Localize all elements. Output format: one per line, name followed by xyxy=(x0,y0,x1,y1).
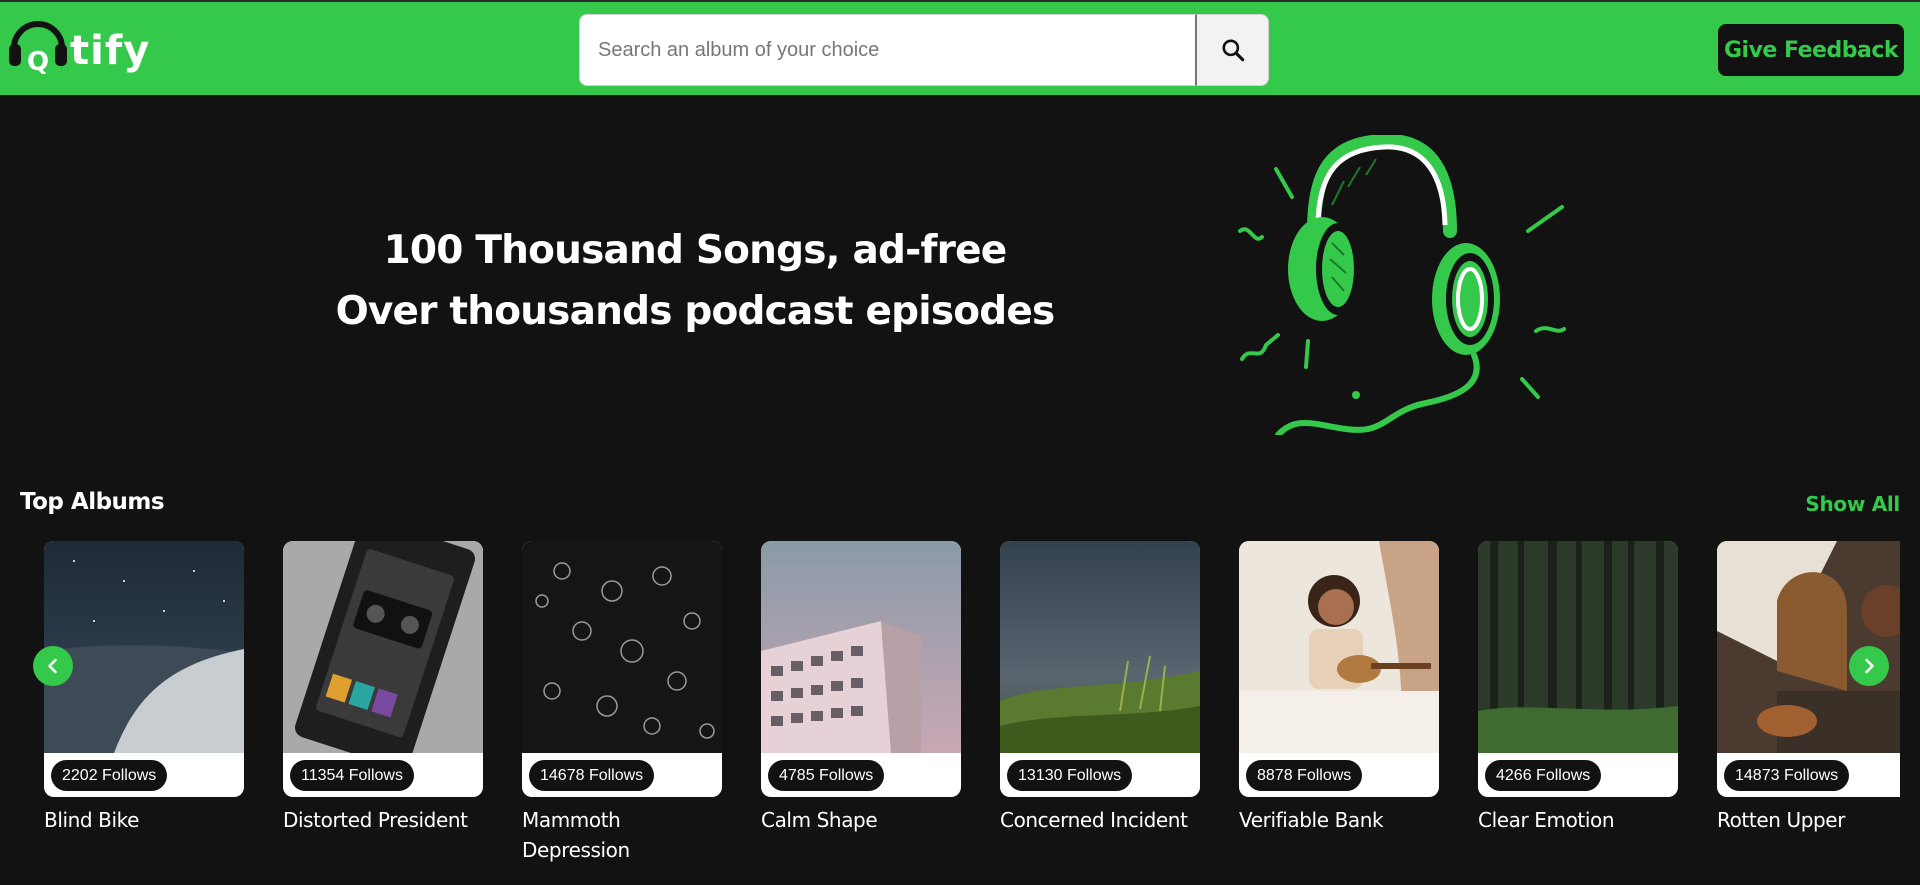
album-card-cover[interactable]: 4785 Follows xyxy=(761,541,961,797)
album-card: 4785 Follows Calm Shape xyxy=(761,541,961,835)
search-input[interactable] xyxy=(579,14,1197,86)
album-cover-image xyxy=(522,541,722,753)
show-all-link[interactable]: Show All xyxy=(1805,492,1900,516)
give-feedback-button[interactable]: Give Feedback xyxy=(1718,24,1904,76)
album-follows-badge: 11354 Follows xyxy=(290,760,414,791)
album-follows-badge: 14678 Follows xyxy=(529,760,655,791)
album-card: 14873 Follows Rotten Upper xyxy=(1717,541,1900,835)
navbar: Q tify Give Feedback xyxy=(0,0,1920,95)
carousel-next-button[interactable] xyxy=(1849,646,1889,686)
album-cover-image xyxy=(1000,541,1200,753)
album-cover-image xyxy=(1478,541,1678,753)
album-cover-image xyxy=(1239,541,1439,753)
album-card: 8878 Follows Verifiable Bank xyxy=(1239,541,1439,835)
album-follows-badge: 8878 Follows xyxy=(1246,760,1363,791)
album-follows-badge: 2202 Follows xyxy=(51,760,168,791)
headphones-logo-icon: Q xyxy=(9,21,67,74)
album-card: 2202 Follows Blind Bike xyxy=(44,541,244,835)
album-title[interactable]: Calm Shape xyxy=(761,805,961,835)
album-title[interactable]: Clear Emotion xyxy=(1478,805,1678,835)
album-title[interactable]: Verifiable Bank xyxy=(1239,805,1439,835)
album-card: 13130 Follows Concerned Incident xyxy=(1000,541,1200,835)
chevron-left-icon xyxy=(48,658,57,674)
album-cover-image xyxy=(44,541,244,753)
search-icon xyxy=(1221,39,1244,62)
album-title[interactable]: Blind Bike xyxy=(44,805,244,835)
album-follows-badge: 4266 Follows xyxy=(1485,760,1602,791)
album-title[interactable]: Mammoth Depression xyxy=(522,805,722,865)
hero-section: 100 Thousand Songs, ad-free Over thousan… xyxy=(0,95,1920,455)
album-card: 14678 Follows Mammoth Depression xyxy=(522,541,722,865)
album-card: 11354 Follows Distorted President xyxy=(283,541,483,835)
search-button[interactable] xyxy=(1197,14,1269,86)
top-albums-carousel: 2202 Follows Blind Bike 11354 Follows Di… xyxy=(44,541,1900,881)
album-card-cover[interactable]: 11354 Follows xyxy=(283,541,483,797)
hero-headline: 100 Thousand Songs, ad-free Over thousan… xyxy=(280,220,1110,342)
album-follows-badge: 13130 Follows xyxy=(1007,760,1133,791)
album-cover-image xyxy=(283,541,483,769)
svg-text:Q: Q xyxy=(27,47,49,74)
carousel-prev-button[interactable] xyxy=(33,646,73,686)
album-card: 4266 Follows Clear Emotion xyxy=(1478,541,1678,835)
album-title[interactable]: Distorted President xyxy=(283,805,483,835)
headphones-illustration-icon xyxy=(1238,135,1566,435)
album-follows-badge: 14873 Follows xyxy=(1724,760,1850,791)
album-follows-badge: 4785 Follows xyxy=(768,760,885,791)
logo-text: tify xyxy=(70,28,151,74)
album-cover-image xyxy=(761,541,961,753)
chevron-right-icon xyxy=(1865,658,1874,674)
top-albums-title: Top Albums xyxy=(20,489,165,515)
album-card-cover[interactable]: 14678 Follows xyxy=(522,541,722,797)
album-card-cover[interactable]: 4266 Follows xyxy=(1478,541,1678,797)
album-title[interactable]: Rotten Upper xyxy=(1717,805,1900,835)
hero-line-1: 100 Thousand Songs, ad-free xyxy=(383,228,1008,273)
album-card-cover[interactable]: 8878 Follows xyxy=(1239,541,1439,797)
album-card-cover[interactable]: 2202 Follows xyxy=(44,541,244,797)
hero-line-2: Over thousands podcast episodes xyxy=(335,289,1056,334)
album-title[interactable]: Concerned Incident xyxy=(1000,805,1200,835)
logo[interactable]: Q tify xyxy=(8,10,149,82)
search-bar xyxy=(579,14,1269,86)
album-card-cover[interactable]: 13130 Follows xyxy=(1000,541,1200,797)
